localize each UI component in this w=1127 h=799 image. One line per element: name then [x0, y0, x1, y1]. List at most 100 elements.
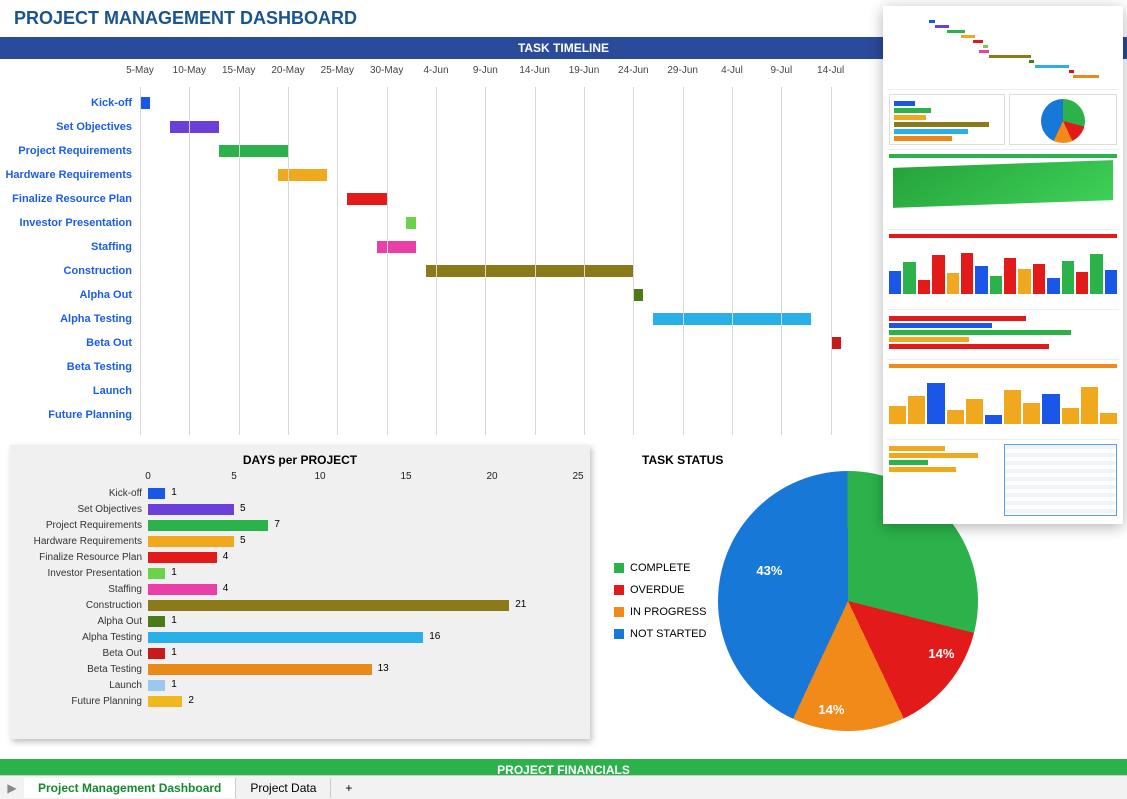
days-per-project-panel: DAYS per PROJECT 0510152025 Kick-off1Set…	[10, 445, 590, 739]
axis-tick: 15	[400, 471, 411, 482]
gantt-bar	[140, 97, 150, 109]
gantt-date-tick: 14-Jun	[519, 65, 550, 76]
gantt-date-tick: 15-May	[222, 65, 255, 76]
days-bar	[148, 504, 234, 515]
gantt-bar	[426, 265, 633, 277]
days-row: Alpha Out 1	[18, 613, 582, 629]
days-row: Kick-off 1	[18, 485, 582, 501]
days-value: 16	[429, 631, 440, 642]
thumb-hbars[interactable]	[887, 310, 1119, 360]
days-value: 4	[223, 583, 229, 594]
days-row: Staffing4	[18, 581, 582, 597]
gantt-date-tick: 9-Jul	[770, 65, 792, 76]
axis-tick: 10	[314, 471, 325, 482]
days-row: Beta Testing 13	[18, 661, 582, 677]
days-label: Launch	[18, 680, 148, 691]
gantt-task-label: Investor Presentation	[20, 217, 140, 229]
sheet-tab-bar: ▶ Project Management Dashboard Project D…	[0, 775, 1127, 799]
thumb-bar-pie[interactable]	[887, 90, 1119, 150]
days-value: 1	[171, 615, 177, 626]
days-value: 5	[240, 503, 246, 514]
tab-dashboard[interactable]: Project Management Dashboard	[24, 778, 236, 798]
legend-complete: COMPLETE	[630, 557, 691, 579]
gantt-date-tick: 14-Jul	[817, 65, 844, 76]
days-bar	[148, 520, 268, 531]
thumb-financials[interactable]	[887, 150, 1119, 230]
days-value: 1	[171, 487, 177, 498]
days-row: Future Planning 2	[18, 693, 582, 709]
pie-label-14b: 14%	[818, 702, 844, 717]
gantt-task-label: Alpha Testing	[60, 313, 140, 325]
days-bar	[148, 584, 217, 595]
gantt-bar	[406, 217, 416, 229]
pie-label-43: 43%	[756, 563, 782, 578]
days-row: Project Requirements7	[18, 517, 582, 533]
days-bar	[148, 632, 423, 643]
days-row: Construction 21	[18, 597, 582, 613]
days-bar	[148, 616, 165, 627]
axis-tick: 25	[572, 471, 583, 482]
gantt-bar	[278, 169, 327, 181]
days-row: Set Objectives5	[18, 501, 582, 517]
days-bar	[148, 488, 165, 499]
legend-inprogress: IN PROGRESS	[630, 601, 706, 623]
gantt-date-tick: 4-Jun	[423, 65, 448, 76]
days-title: DAYS per PROJECT	[18, 453, 582, 467]
gantt-date-tick: 29-Jun	[667, 65, 698, 76]
days-label: Finalize Resource Plan	[18, 552, 148, 563]
days-label: Beta Out	[18, 648, 148, 659]
gantt-date-tick: 4-Jul	[721, 65, 743, 76]
days-row: Beta Out1	[18, 645, 582, 661]
tab-add[interactable]: +	[331, 778, 366, 798]
days-value: 1	[171, 679, 177, 690]
thumb-bars1[interactable]	[887, 230, 1119, 310]
gantt-task-label: Launch	[93, 385, 140, 397]
days-label: Hardware Requirements	[18, 536, 148, 547]
days-bar	[148, 680, 165, 691]
days-value: 1	[171, 567, 177, 578]
status-legend: COMPLETE OVERDUE IN PROGRESS NOT STARTED	[602, 557, 706, 645]
gantt-bar	[377, 241, 416, 253]
days-label: Alpha Out	[18, 616, 148, 627]
gantt-task-label: Set Objectives	[56, 121, 140, 133]
thumb-gantt[interactable]	[887, 10, 1119, 90]
days-label: Construction	[18, 600, 148, 611]
days-value: 5	[240, 535, 246, 546]
days-label: Beta Testing	[18, 664, 148, 675]
days-value: 13	[378, 663, 389, 674]
gantt-date-tick: 30-May	[370, 65, 403, 76]
square-icon	[614, 563, 624, 573]
tab-project-data[interactable]: Project Data	[236, 778, 331, 798]
gantt-task-label: Construction	[64, 265, 140, 277]
gantt-task-label: Hardware Requirements	[5, 169, 140, 181]
gantt-date-tick: 19-Jun	[569, 65, 600, 76]
thumbnail-strip[interactable]	[883, 6, 1123, 524]
days-value: 4	[223, 551, 229, 562]
days-label: Future Planning	[18, 696, 148, 707]
days-bar	[148, 552, 217, 563]
days-row: Alpha Testing 16	[18, 629, 582, 645]
days-label: Alpha Testing	[18, 632, 148, 643]
days-value: 7	[274, 519, 280, 530]
gantt-bar	[633, 289, 643, 301]
gantt-date-tick: 9-Jun	[473, 65, 498, 76]
thumb-bars2[interactable]	[887, 360, 1119, 440]
days-label: Kick-off	[18, 488, 148, 499]
days-bar	[148, 568, 165, 579]
thumb-table[interactable]	[887, 440, 1119, 520]
axis-tick: 5	[231, 471, 237, 482]
days-row: Hardware Requirements 5	[18, 533, 582, 549]
gantt-date-tick: 25-May	[321, 65, 354, 76]
gantt-date-tick: 20-May	[271, 65, 304, 76]
square-icon	[614, 585, 624, 595]
gantt-task-label: Staffing	[91, 241, 140, 253]
days-value: 2	[188, 695, 194, 706]
days-bar	[148, 600, 509, 611]
square-icon	[614, 629, 624, 639]
gantt-bar	[347, 193, 386, 205]
tab-nav-arrow-icon[interactable]: ▶	[0, 781, 24, 795]
days-row: Finalize Resource Plan 4	[18, 549, 582, 565]
days-value: 21	[515, 599, 526, 610]
days-row: Investor Presentation1	[18, 565, 582, 581]
gantt-task-label: Future Planning	[48, 409, 140, 421]
